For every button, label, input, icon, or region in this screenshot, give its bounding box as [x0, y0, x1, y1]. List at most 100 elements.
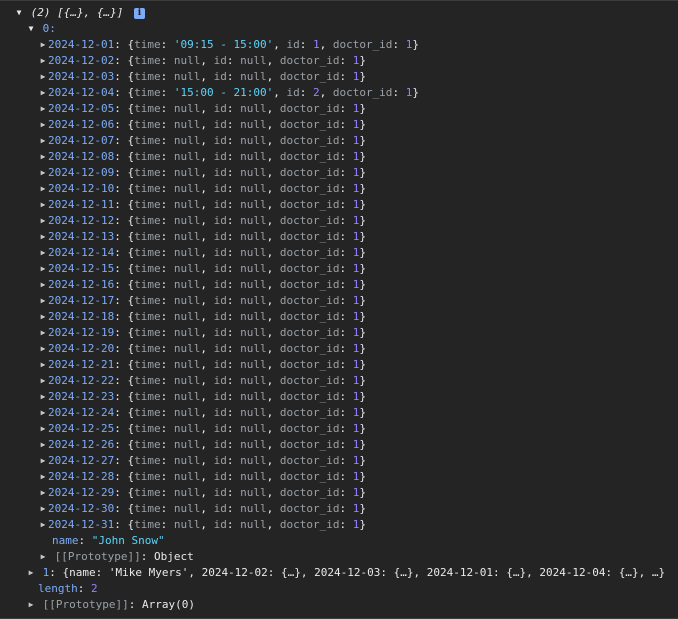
prototype-array-row[interactable]: ▶ [[Prototype]]: Array(0)	[0, 597, 678, 613]
date-entry-row[interactable]: ▶ 2024-12-30: {time: null, id: null, doct…	[0, 501, 678, 517]
date-key: 2024-12-31	[48, 518, 115, 531]
id-value: null	[240, 390, 267, 403]
collapsed-triangle-icon[interactable]: ▶	[38, 469, 48, 485]
time-value: null	[173, 470, 201, 483]
date-entry-row[interactable]: ▶ 2024-12-26: {time: null, id: null, doct…	[0, 437, 678, 453]
date-entry-row[interactable]: ▶ 2024-12-14: {time: null, id: null, doct…	[0, 245, 678, 261]
date-entry-row[interactable]: ▶ 2024-12-02: {time: null, id: null, doct…	[0, 53, 678, 69]
date-entry-row[interactable]: ▶ 2024-12-12: {time: null, id: null, doct…	[0, 213, 678, 229]
time-value: null	[173, 310, 201, 323]
collapsed-triangle-icon[interactable]: ▶	[38, 245, 48, 261]
prototype-key: [[Prototype]]	[42, 598, 129, 611]
date-entry-row[interactable]: ▶ 2024-12-18: {time: null, id: null, doct…	[0, 309, 678, 325]
collapsed-triangle-icon[interactable]: ▶	[38, 549, 48, 565]
collapsed-triangle-icon[interactable]: ▶	[38, 501, 48, 517]
time-value: null	[173, 518, 201, 531]
date-entry-row[interactable]: ▶ 2024-12-23: {time: null, id: null, doct…	[0, 389, 678, 405]
date-key: 2024-12-15	[48, 262, 115, 275]
date-entry-row[interactable]: ▶ 2024-12-08: {time: null, id: null, doct…	[0, 149, 678, 165]
collapsed-triangle-icon[interactable]: ▶	[26, 565, 36, 581]
prototype-value: Array(0)	[141, 598, 195, 611]
id-value: 1	[312, 38, 320, 51]
collapsed-triangle-icon[interactable]: ▶	[26, 597, 36, 613]
collapsed-triangle-icon[interactable]: ▶	[38, 325, 48, 341]
date-entry-row[interactable]: ▶ 2024-12-15: {time: null, id: null, doct…	[0, 261, 678, 277]
date-key: 2024-12-07	[48, 134, 115, 147]
date-entry-row[interactable]: ▶ 2024-12-29: {time: null, id: null, doct…	[0, 485, 678, 501]
collapsed-triangle-icon[interactable]: ▶	[38, 341, 48, 357]
date-entry-row[interactable]: ▶ 2024-12-27: {time: null, id: null, doct…	[0, 453, 678, 469]
date-entry-row[interactable]: ▶ 2024-12-16: {time: null, id: null, doct…	[0, 277, 678, 293]
date-entry-row[interactable]: ▶ 2024-12-28: {time: null, id: null, doct…	[0, 469, 678, 485]
date-entry-row[interactable]: ▶ 2024-12-11: {time: null, id: null, doct…	[0, 197, 678, 213]
time-value: null	[173, 150, 201, 163]
date-entry-row[interactable]: ▶ 2024-12-13: {time: null, id: null, doct…	[0, 229, 678, 245]
collapsed-triangle-icon[interactable]: ▶	[38, 101, 48, 117]
id-value: null	[240, 502, 267, 515]
date-entry-row[interactable]: ▶ 2024-12-04: {time: '15:00 - 21:00', id:…	[0, 85, 678, 101]
collapsed-triangle-icon[interactable]: ▶	[38, 213, 48, 229]
date-entry-row[interactable]: ▶ 2024-12-03: {time: null, id: null, doct…	[0, 69, 678, 85]
date-entry-row[interactable]: ▶ 2024-12-09: {time: null, id: null, doct…	[0, 165, 678, 181]
date-entry-row[interactable]: ▶ 2024-12-25: {time: null, id: null, doct…	[0, 421, 678, 437]
date-entry-row[interactable]: ▶ 2024-12-01: {time: '09:15 - 15:00', id:…	[0, 37, 678, 53]
array-count: (2)	[30, 6, 51, 19]
time-value: null	[173, 422, 201, 435]
date-entry-row[interactable]: ▶ 2024-12-06: {time: null, id: null, doct…	[0, 117, 678, 133]
collapsed-triangle-icon[interactable]: ▶	[38, 357, 48, 373]
collapsed-triangle-icon[interactable]: ▶	[38, 453, 48, 469]
collapsed-triangle-icon[interactable]: ▶	[38, 517, 48, 533]
collapsed-triangle-icon[interactable]: ▶	[38, 421, 48, 437]
expand-triangle-icon[interactable]: ▼	[26, 21, 36, 37]
date-entry-row[interactable]: ▶ 2024-12-05: {time: null, id: null, doct…	[0, 101, 678, 117]
collapsed-triangle-icon[interactable]: ▶	[38, 165, 48, 181]
collapsed-triangle-icon[interactable]: ▶	[38, 117, 48, 133]
time-value: null	[173, 246, 201, 259]
item-0-row[interactable]: ▼ 0:	[0, 21, 678, 37]
date-entry-row[interactable]: ▶ 2024-12-20: {time: null, id: null, doct…	[0, 341, 678, 357]
date-entry-row[interactable]: ▶ 2024-12-24: {time: null, id: null, doct…	[0, 405, 678, 421]
collapsed-triangle-icon[interactable]: ▶	[38, 229, 48, 245]
collapsed-triangle-icon[interactable]: ▶	[38, 85, 48, 101]
date-key: 2024-12-16	[48, 278, 115, 291]
expand-triangle-icon[interactable]: ▼	[14, 5, 24, 21]
date-entry-row[interactable]: ▶ 2024-12-31: {time: null, id: null, doct…	[0, 517, 678, 533]
date-key: 2024-12-23	[48, 390, 115, 403]
date-entry-row[interactable]: ▶ 2024-12-17: {time: null, id: null, doct…	[0, 293, 678, 309]
item-1-preview: {name: 'Mike Myers', 2024-12-02: {…}, 20…	[62, 566, 666, 579]
info-icon[interactable]: i	[133, 7, 145, 19]
collapsed-triangle-icon[interactable]: ▶	[38, 69, 48, 85]
collapsed-triangle-icon[interactable]: ▶	[38, 133, 48, 149]
collapsed-triangle-icon[interactable]: ▶	[38, 261, 48, 277]
date-entry-row[interactable]: ▶ 2024-12-07: {time: null, id: null, doct…	[0, 133, 678, 149]
time-value: null	[173, 214, 201, 227]
date-key: 2024-12-27	[48, 454, 115, 467]
collapsed-triangle-icon[interactable]: ▶	[38, 437, 48, 453]
collapsed-triangle-icon[interactable]: ▶	[38, 309, 48, 325]
collapsed-triangle-icon[interactable]: ▶	[38, 53, 48, 69]
collapsed-triangle-icon[interactable]: ▶	[38, 293, 48, 309]
collapsed-triangle-icon[interactable]: ▶	[38, 277, 48, 293]
collapsed-triangle-icon[interactable]: ▶	[38, 149, 48, 165]
prototype-object-row[interactable]: ▶ [[Prototype]]: Object	[0, 549, 678, 565]
date-key: 2024-12-17	[48, 294, 115, 307]
id-value: null	[240, 70, 267, 83]
date-entries-list: ▶ 2024-12-01: {time: '09:15 - 15:00', id:…	[0, 37, 678, 533]
date-entry-row[interactable]: ▶ 2024-12-19: {time: null, id: null, doct…	[0, 325, 678, 341]
collapsed-triangle-icon[interactable]: ▶	[38, 181, 48, 197]
collapsed-triangle-icon[interactable]: ▶	[38, 485, 48, 501]
date-entry-row[interactable]: ▶ 2024-12-10: {time: null, id: null, doct…	[0, 181, 678, 197]
collapsed-triangle-icon[interactable]: ▶	[38, 197, 48, 213]
id-value: null	[240, 182, 267, 195]
item-1-row[interactable]: ▶ 1: {name: 'Mike Myers', 2024-12-02: {……	[0, 565, 678, 581]
collapsed-triangle-icon[interactable]: ▶	[38, 405, 48, 421]
date-key: 2024-12-02	[48, 54, 115, 67]
date-entry-row[interactable]: ▶ 2024-12-21: {time: null, id: null, doct…	[0, 357, 678, 373]
collapsed-triangle-icon[interactable]: ▶	[38, 373, 48, 389]
collapsed-triangle-icon[interactable]: ▶	[38, 389, 48, 405]
array-summary-row[interactable]: ▼ (2) [{…}, {…}] i	[0, 5, 678, 21]
date-entry-row[interactable]: ▶ 2024-12-22: {time: null, id: null, doct…	[0, 373, 678, 389]
length-key: length	[38, 582, 78, 595]
collapsed-triangle-icon[interactable]: ▶	[38, 37, 48, 53]
time-value: null	[173, 70, 201, 83]
